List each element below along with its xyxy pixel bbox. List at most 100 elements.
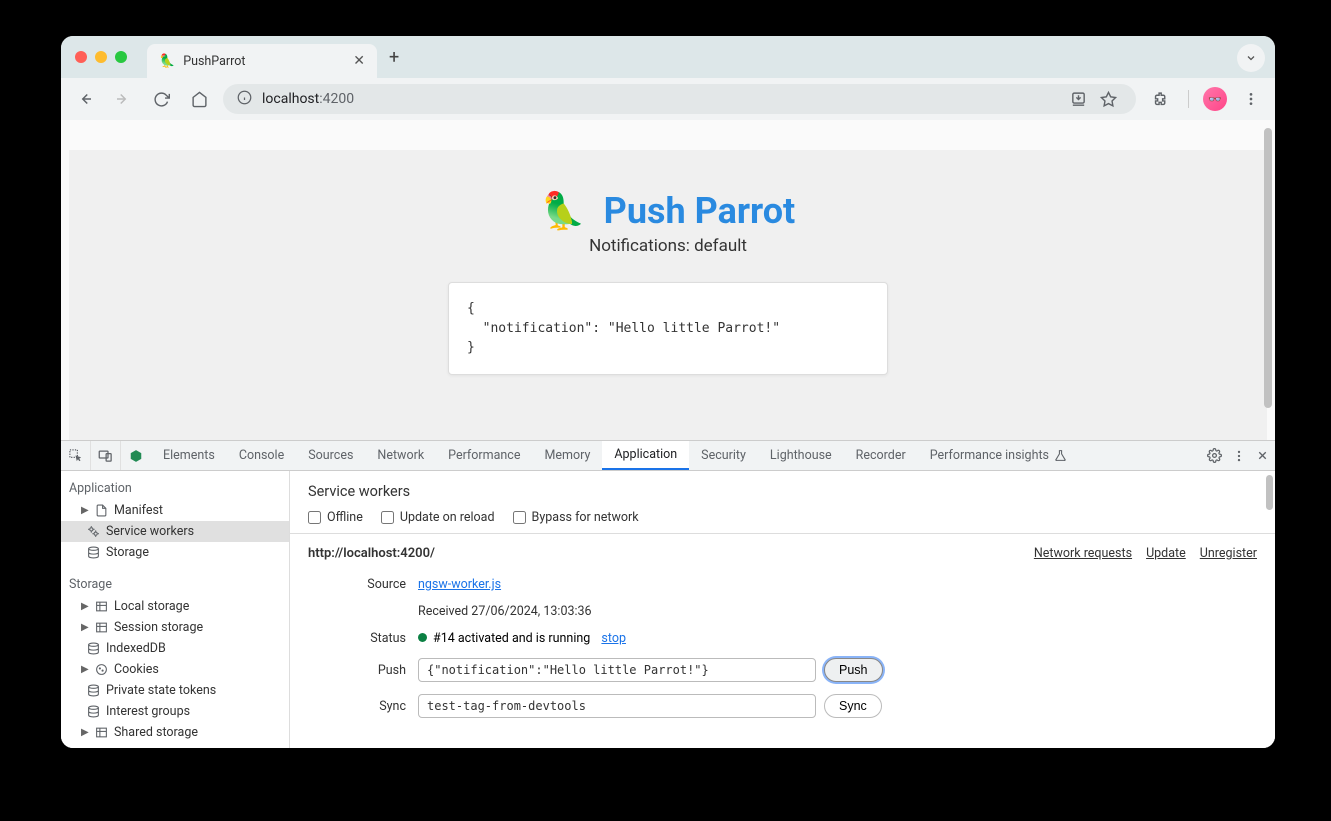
bookmark-button[interactable] xyxy=(1094,85,1122,113)
tab-memory[interactable]: Memory xyxy=(532,441,602,470)
sync-label: Sync xyxy=(308,699,418,714)
sidebar-item-interest-groups[interactable]: Interest groups xyxy=(61,701,289,722)
parrot-icon: 🦜 xyxy=(541,190,586,232)
sync-button[interactable]: Sync xyxy=(824,694,882,718)
sidebar-item-storage[interactable]: Storage xyxy=(61,542,289,563)
received-text: Received 27/06/2024, 13:03:36 xyxy=(418,604,1257,619)
sidebar-item-manifest[interactable]: ▶ Manifest xyxy=(61,500,289,521)
devtools-panel: Elements Console Sources Network Perform… xyxy=(61,440,1275,748)
back-button[interactable] xyxy=(71,85,99,113)
database-icon xyxy=(87,546,100,559)
address-bar[interactable]: localhost:4200 xyxy=(223,84,1136,114)
network-requests-link[interactable]: Network requests xyxy=(1034,546,1132,561)
page-scrollbar[interactable] xyxy=(1264,128,1272,408)
table-icon xyxy=(95,726,108,739)
app-title: 🦜 Push Parrot xyxy=(69,190,1267,232)
tab-recorder[interactable]: Recorder xyxy=(844,441,918,470)
devtools-tabs: Elements Console Sources Network Perform… xyxy=(61,441,1275,471)
update-reload-checkbox[interactable]: Update on reload xyxy=(381,510,495,525)
offline-checkbox[interactable]: Offline xyxy=(308,510,363,525)
arrow-right-icon xyxy=(114,90,132,108)
unregister-link[interactable]: Unregister xyxy=(1200,546,1257,561)
sw-header: Service workers Offline Update on reload… xyxy=(290,471,1275,533)
cookie-icon xyxy=(95,663,108,676)
tab-favicon-icon: 🦜 xyxy=(159,54,175,69)
expand-icon: ▶ xyxy=(81,505,89,516)
source-label: Source xyxy=(308,577,418,592)
maximize-window-button[interactable] xyxy=(115,51,127,63)
sidebar-item-cookies[interactable]: ▶ Cookies xyxy=(61,659,289,680)
sidebar-item-service-workers[interactable]: Service workers xyxy=(61,521,289,542)
status-dot-icon xyxy=(418,633,427,642)
install-app-button[interactable] xyxy=(1064,85,1092,113)
tab-performance[interactable]: Performance xyxy=(436,441,532,470)
minimize-window-button[interactable] xyxy=(95,51,107,63)
home-button[interactable] xyxy=(185,85,213,113)
sidebar-item-shared-storage[interactable]: ▶ Shared storage xyxy=(61,722,289,743)
tab-title: PushParrot xyxy=(183,54,353,69)
url-text: localhost:4200 xyxy=(262,91,354,107)
more-vert-icon[interactable] xyxy=(1232,449,1246,463)
extensions-button[interactable] xyxy=(1146,85,1174,113)
star-icon xyxy=(1100,91,1117,108)
tab-overflow-button[interactable] xyxy=(1237,44,1265,72)
device-toggle-button[interactable] xyxy=(91,441,121,470)
forward-button[interactable] xyxy=(109,85,137,113)
push-button[interactable]: Push xyxy=(824,658,883,682)
tab-performance-insights[interactable]: Performance insights xyxy=(918,441,1079,470)
database-icon xyxy=(87,642,100,655)
arrow-left-icon xyxy=(76,90,94,108)
reload-button[interactable] xyxy=(147,85,175,113)
sidebar-item-local-storage[interactable]: ▶ Local storage xyxy=(61,596,289,617)
devtools-scrollbar[interactable] xyxy=(1266,475,1273,510)
sidebar-item-private-state-tokens[interactable]: Private state tokens xyxy=(61,680,289,701)
browser-tab[interactable]: 🦜 PushParrot ✕ xyxy=(147,44,377,78)
tab-elements[interactable]: Elements xyxy=(151,441,227,470)
reload-icon xyxy=(153,91,170,108)
sw-heading: Service workers xyxy=(308,483,1257,500)
close-window-button[interactable] xyxy=(75,51,87,63)
expand-icon: ▶ xyxy=(81,601,89,612)
tab-security[interactable]: Security xyxy=(689,441,758,470)
3d-view-button[interactable] xyxy=(121,441,151,470)
puzzle-icon xyxy=(1152,91,1169,108)
content-area: 🦜 Push Parrot Notifications: default { "… xyxy=(61,120,1275,748)
push-label: Push xyxy=(308,663,418,678)
close-devtools-icon[interactable] xyxy=(1256,449,1269,462)
new-tab-button[interactable]: + xyxy=(389,47,399,68)
source-file-link[interactable]: ngsw-worker.js xyxy=(418,577,501,592)
tab-sources[interactable]: Sources xyxy=(296,441,365,470)
inspect-element-button[interactable] xyxy=(61,441,91,470)
tab-network[interactable]: Network xyxy=(365,441,436,470)
close-tab-icon[interactable]: ✕ xyxy=(353,53,365,69)
gear-icon[interactable] xyxy=(1207,448,1222,463)
sync-input[interactable] xyxy=(418,694,816,718)
sidebar-group-label: Storage xyxy=(61,573,289,596)
stop-link[interactable]: stop xyxy=(601,631,626,646)
bypass-checkbox[interactable]: Bypass for network xyxy=(513,510,639,525)
install-icon xyxy=(1070,91,1087,108)
tab-application[interactable]: Application xyxy=(602,441,689,470)
menu-button[interactable] xyxy=(1237,85,1265,113)
sw-origin: http://localhost:4200/ xyxy=(308,546,435,561)
update-link[interactable]: Update xyxy=(1146,546,1186,561)
devtools-body: Application ▶ Manifest Service workers S… xyxy=(61,471,1275,748)
tab-console[interactable]: Console xyxy=(227,441,296,470)
chevron-down-icon xyxy=(1245,52,1257,64)
status-value: #14 activated and is running stop xyxy=(418,631,1257,646)
gears-icon xyxy=(87,525,100,538)
json-preview: { "notification": "Hello little Parrot!"… xyxy=(448,282,888,375)
sidebar-item-indexeddb[interactable]: IndexedDB xyxy=(61,638,289,659)
site-info-icon[interactable] xyxy=(237,90,252,109)
expand-icon: ▶ xyxy=(81,622,89,633)
sidebar-item-session-storage[interactable]: ▶ Session storage xyxy=(61,617,289,638)
tab-lighthouse[interactable]: Lighthouse xyxy=(758,441,844,470)
browser-window: 🦜 PushParrot ✕ + localhost:4200 xyxy=(61,36,1275,748)
page-body: 🦜 Push Parrot Notifications: default { "… xyxy=(69,150,1267,440)
divider xyxy=(1188,90,1189,108)
profile-button[interactable]: 👓 xyxy=(1203,87,1227,111)
sidebar-group-label: Application xyxy=(61,477,289,500)
notifications-status: Notifications: default xyxy=(69,236,1267,256)
push-input[interactable] xyxy=(418,658,816,682)
flask-icon xyxy=(1054,449,1067,462)
